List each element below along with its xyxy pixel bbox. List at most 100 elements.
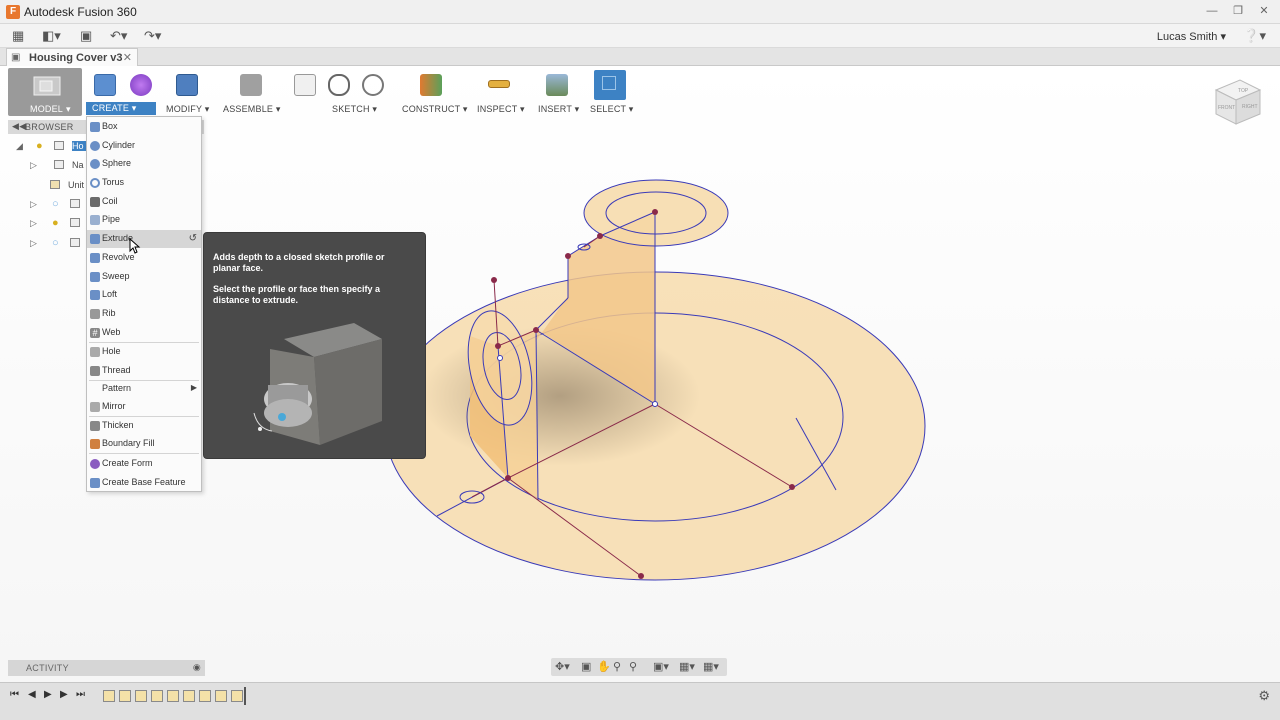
boundary-fill-icon [90, 439, 100, 449]
look-at-icon[interactable]: ▣ [581, 660, 591, 673]
timeline-sketch-icon[interactable] [183, 690, 195, 702]
sketch-group[interactable]: SKETCH ▾ [294, 68, 390, 116]
menu-item-create-base-feature[interactable]: Create Base Feature [87, 474, 201, 492]
orbit-icon[interactable]: ✥▾ [555, 660, 570, 673]
workspace-switcher[interactable]: MODEL ▾ [8, 68, 82, 116]
visibility-bulb-icon[interactable]: ● [36, 140, 43, 152]
create-menu-button[interactable]: CREATE ▾ [86, 102, 156, 115]
menu-item-pipe[interactable]: Pipe [87, 211, 201, 229]
timeline-sketch-icon[interactable] [151, 690, 163, 702]
menu-item-box[interactable]: Box [87, 118, 201, 136]
go-to-end-icon[interactable]: ⏭ [76, 689, 85, 700]
circle-icon[interactable] [362, 74, 384, 96]
menu-item-pattern[interactable]: Pattern ▶ [87, 380, 201, 398]
timeline-sketch-icon[interactable] [119, 690, 131, 702]
thread-icon [90, 366, 100, 376]
construct-label: CONSTRUCT ▾ [402, 104, 468, 114]
folder-icon [70, 218, 80, 227]
undo-icon[interactable]: ↶▾ [110, 28, 127, 44]
zoom-icon[interactable]: ⚲ [613, 660, 621, 673]
step-back-icon[interactable]: ◀ [28, 689, 36, 700]
save-icon[interactable]: ▣ [80, 28, 92, 44]
go-to-start-icon[interactable]: ⏮ [10, 689, 19, 700]
menu-item-hole[interactable]: Hole [87, 343, 201, 361]
web-icon: # [90, 328, 100, 338]
timeline-sketch-icon[interactable] [103, 690, 115, 702]
box-icon [90, 122, 100, 132]
create-sketch-icon[interactable] [294, 74, 316, 96]
viewcube[interactable]: TOP FRONT RIGHT [1212, 76, 1262, 128]
menu-item-mirror[interactable]: Mirror [87, 398, 201, 416]
timeline-marker[interactable] [244, 687, 246, 705]
menu-item-cylinder[interactable]: Cylinder [87, 137, 201, 155]
grid-settings-icon[interactable]: ▦▾ [679, 660, 695, 673]
expand-icon[interactable]: ▷ [30, 160, 37, 171]
menu-item-thicken[interactable]: Thicken [87, 417, 201, 435]
select-group[interactable]: SELECT ▾ [588, 68, 638, 116]
inspect-group[interactable]: INSPECT ▾ [474, 68, 524, 116]
menu-item-revolve[interactable]: Revolve [87, 249, 201, 267]
tree-row-root[interactable]: ◢ ● Ho [16, 138, 86, 156]
menu-item-web[interactable]: # Web [87, 324, 201, 342]
expand-icon[interactable]: ▷ [30, 238, 37, 249]
restore-icon[interactable]: ❐ [1230, 3, 1246, 19]
apps-grid-icon[interactable]: ▦ [12, 28, 24, 44]
insert-group[interactable]: INSERT ▾ [534, 68, 584, 116]
menu-item-coil[interactable]: Coil [87, 193, 201, 211]
close-icon[interactable]: ✕ [1256, 3, 1272, 19]
extrude-preview-image [253, 323, 382, 445]
timeline-sketch-icon[interactable] [167, 690, 179, 702]
timeline-settings-gear-icon[interactable]: ⚙ [1258, 688, 1270, 704]
timeline-sketch-icon[interactable] [135, 690, 147, 702]
hole-icon [90, 347, 100, 357]
press-pull-icon[interactable] [176, 74, 198, 96]
visibility-bulb-icon[interactable]: ○ [52, 198, 59, 210]
expand-icon[interactable]: ▷ [30, 199, 37, 210]
play-icon[interactable]: ▶ [44, 689, 52, 700]
modify-group[interactable]: MODIFY ▾ [166, 68, 216, 116]
menu-item-create-form[interactable]: Create Form [87, 455, 201, 473]
activity-panel[interactable]: ACTIVITY ◉ [8, 660, 205, 676]
file-icon[interactable]: ◧▾ [42, 28, 61, 44]
user-name: Lucas Smith [1156, 31, 1218, 43]
menu-item-rib[interactable]: Rib [87, 305, 201, 323]
timeline-sketch-icon[interactable] [215, 690, 227, 702]
menu-item-loft[interactable]: Loft [87, 286, 201, 304]
assemble-group[interactable]: ASSEMBLE ▾ [222, 68, 286, 116]
expand-icon[interactable]: ◢ [16, 141, 23, 152]
line-icon[interactable] [328, 74, 350, 96]
menu-item-torus[interactable]: Torus [87, 174, 201, 192]
timeline-sketch-icon[interactable] [199, 690, 211, 702]
fit-icon[interactable]: ⚲ [629, 660, 637, 673]
joint-icon[interactable] [240, 74, 262, 96]
pan-icon[interactable]: ✋ [597, 660, 611, 673]
activity-label: ACTIVITY [26, 663, 69, 673]
box-icon[interactable] [94, 74, 116, 96]
create-form-icon[interactable] [130, 74, 152, 96]
minimize-icon[interactable]: — [1204, 3, 1220, 19]
menu-item-extrude[interactable]: Extrude ↺ [87, 230, 201, 248]
user-menu[interactable]: Lucas Smith ▾ [1157, 30, 1226, 43]
menu-item-sphere[interactable]: Sphere [87, 155, 201, 173]
redo-icon[interactable]: ↷▾ [144, 28, 161, 44]
timeline-sketch-icon[interactable] [231, 690, 243, 702]
tooltip-description: Adds depth to a closed sketch profile or… [213, 252, 385, 273]
construct-group[interactable]: CONSTRUCT ▾ [400, 68, 467, 116]
measure-icon[interactable] [488, 80, 510, 88]
activity-toggle-icon[interactable]: ◉ [193, 662, 201, 673]
help-icon[interactable]: ❔▾ [1243, 28, 1266, 44]
visibility-bulb-icon[interactable]: ● [52, 217, 59, 229]
document-tab[interactable]: ▣ Housing Cover v3 ✕ [6, 48, 138, 66]
menu-item-thread[interactable]: Thread [87, 362, 201, 380]
revolve-icon [90, 253, 100, 263]
viewports-icon[interactable]: ▦▾ [703, 660, 719, 673]
visibility-bulb-icon[interactable]: ○ [52, 237, 59, 249]
display-settings-icon[interactable]: ▣▾ [653, 660, 669, 673]
menu-item-sweep[interactable]: Sweep [87, 268, 201, 286]
step-forward-icon[interactable]: ▶ [60, 689, 68, 700]
menu-item-boundary-fill[interactable]: Boundary Fill [87, 435, 201, 453]
expand-icon[interactable]: ▷ [30, 218, 37, 229]
offset-plane-icon[interactable] [420, 74, 442, 96]
close-tab-icon[interactable]: ✕ [123, 51, 132, 64]
insert-image-icon[interactable] [546, 74, 568, 96]
